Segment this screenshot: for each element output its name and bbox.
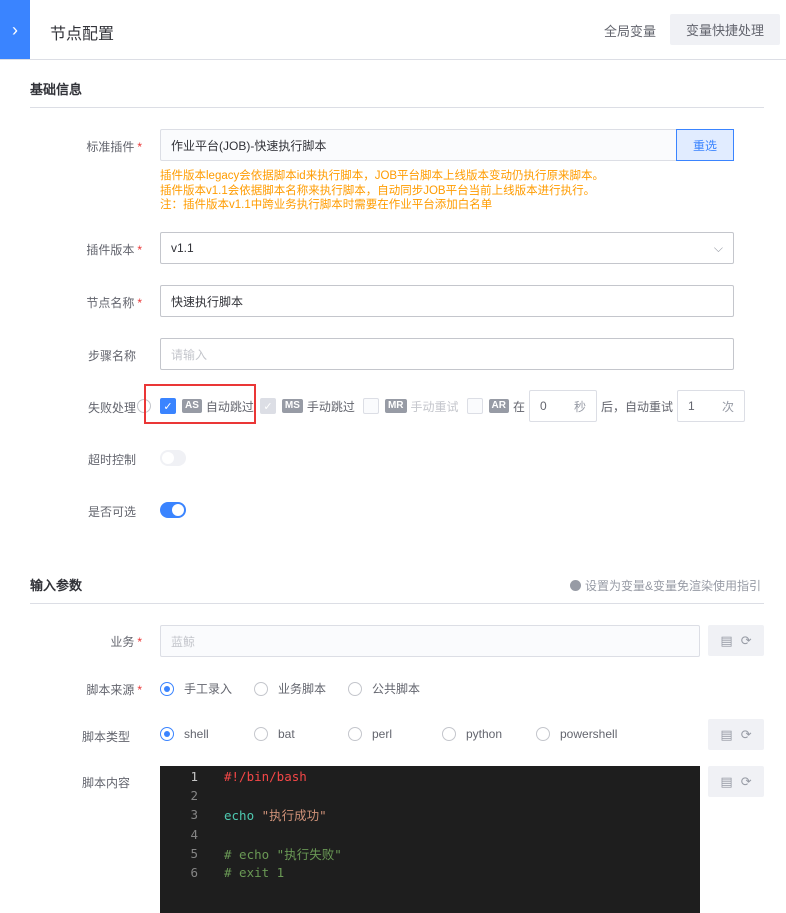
as-tag: AS [182,399,202,413]
script-editor[interactable]: 1 #!/bin/bash 2 3 echo "执行成功" 4 5 # echo "执… [160,766,700,913]
plugin-label: 标准插件 * [86,140,142,154]
info-icon [570,580,581,591]
reselect-button[interactable]: 重选 [676,129,734,161]
node-name-input[interactable]: 快速执行脚本 [160,285,734,317]
mr-tag: MR [384,399,407,413]
variable-actions: ▤ ⟳ [708,625,764,656]
no-render-icon[interactable]: ⟳ [741,774,752,790]
optional-label: 是否可选 [87,505,136,519]
quick-variable-button[interactable]: 变量快捷处理 [670,14,780,45]
source-label: 脚本来源 * [86,683,142,697]
ar-tag: AR [488,399,509,413]
version-label: 插件版本 * [86,243,142,257]
section-divider [30,603,764,604]
chevron-right-icon: › [12,19,18,40]
code-line: 2 [190,788,198,804]
manual-skip-label: 手动跳过 [306,399,355,414]
retry-times-input[interactable]: 1次 [677,390,745,422]
retry-seconds-input[interactable]: 0秒 [528,390,597,422]
no-render-icon[interactable]: ⟳ [741,633,752,649]
set-variable-icon[interactable]: ▤ [720,727,732,743]
at-label: 在 [512,399,525,414]
source-radio-group: 手工录入 业务脚本 公共脚本 [160,680,420,697]
radio-perl[interactable]: perl [348,727,442,741]
radio-shell[interactable]: shell [160,727,254,741]
set-variable-icon[interactable]: ▤ [720,633,732,649]
variable-actions: ▤ ⟳ [708,719,764,750]
radio-business-script[interactable]: 业务脚本 [254,680,326,697]
node-name-label: 节点名称 * [86,296,142,310]
manual-retry-checkbox[interactable] [362,398,379,414]
step-name-label: 步骤名称 [87,349,136,363]
code-line: 3 echo "执行成功" [190,807,327,824]
plugin-input[interactable]: 作业平台(JOB)-快速执行脚本 [160,129,678,161]
type-radio-group: shell bat perl python powershell [160,727,617,741]
page-title: 节点配置 [50,26,115,43]
auto-retry-checkbox[interactable] [466,398,483,414]
radio-public-script[interactable]: 公共脚本 [348,680,420,697]
radio-manual[interactable]: 手工录入 [160,680,232,697]
chevron-down-icon: ⌵ [713,240,723,255]
variable-guide-link[interactable]: 设置为变量&变量免渲染使用指引 [570,577,761,594]
optional-toggle[interactable] [160,502,186,518]
no-render-icon[interactable]: ⟳ [741,727,752,743]
type-label: 脚本类型 [81,730,130,744]
manual-skip-checkbox[interactable]: ✓ [259,398,276,414]
global-variables-link[interactable]: 全局变量 [604,21,656,40]
timeout-toggle[interactable] [160,450,186,466]
code-line: 6 # exit 1 [190,865,285,881]
code-line: 4 [190,826,198,842]
after-label: 后，自动重试 [600,399,673,414]
header-divider [0,59,786,60]
fail-options: ✓ AS 自动跳过 ✓ MS 手动跳过 MR 手动重试 AR 在 0秒 后，自动重试 1次 [160,390,749,422]
radio-python[interactable]: python [442,727,536,741]
code-line: 5 # echo "执行失败" [190,845,342,862]
auto-skip-label: 自动跳过 [205,399,254,414]
business-input[interactable]: 蓝鲸 [160,625,700,657]
plugin-notes: 插件版本legacy会依据脚本id来执行脚本，JOB平台脚本上线版本变动仍执行原… [160,170,605,211]
set-variable-icon[interactable]: ▤ [720,774,732,790]
fail-label: 失败处理 [87,401,136,415]
section-title-basic: 基础信息 [30,82,83,97]
radio-bat[interactable]: bat [254,727,348,741]
sidebar-toggle-button[interactable]: › [0,0,30,60]
radio-powershell[interactable]: powershell [536,727,617,741]
timeout-label: 超时控制 [87,453,136,467]
code-line: 1 #!/bin/bash [190,769,307,785]
content-label: 脚本内容 [81,776,130,790]
business-label: 业务 * [110,635,142,649]
step-name-input[interactable]: 请输入 [160,338,734,370]
section-title-inputs: 输入参数 [30,578,83,593]
version-select[interactable]: v1.1 ⌵ [160,232,734,264]
section-divider [30,107,764,108]
manual-retry-label: 手动重试 [410,399,459,414]
ms-tag: MS [281,399,303,413]
variable-actions: ▤ ⟳ [708,766,764,797]
auto-skip-checkbox[interactable]: ✓ [160,398,176,414]
